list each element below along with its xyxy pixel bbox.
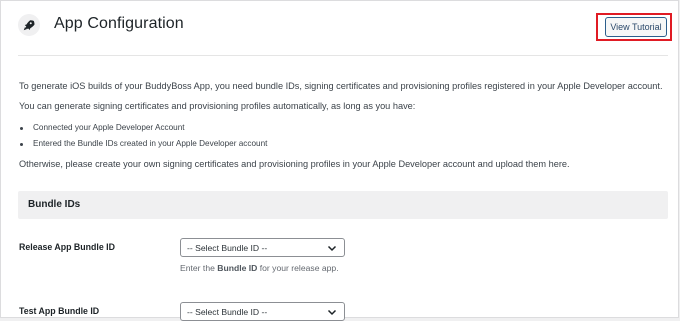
chevron-down-icon bbox=[327, 243, 337, 255]
app-configuration-panel: App Configuration View Tutorial To gener… bbox=[0, 0, 680, 321]
view-tutorial-button[interactable]: View Tutorial bbox=[605, 17, 667, 37]
test-bundle-id-select[interactable]: -- Select Bundle ID -- bbox=[180, 302, 345, 321]
chevron-down-icon bbox=[327, 307, 337, 319]
page-title: App Configuration bbox=[54, 15, 184, 32]
bullet-icon bbox=[20, 143, 23, 146]
release-bundle-id-label: Release App Bundle ID bbox=[19, 242, 115, 252]
test-bundle-id-label: Test App Bundle ID bbox=[19, 306, 100, 316]
release-bundle-id-select[interactable]: -- Select Bundle ID -- bbox=[180, 238, 345, 257]
intro-paragraph-1: To generate iOS builds of your BuddyBoss… bbox=[19, 81, 663, 91]
intro-paragraph-2: You can generate signing certificates an… bbox=[19, 101, 416, 111]
rocket-icon bbox=[18, 14, 40, 36]
section-title: Bundle IDs bbox=[28, 199, 81, 210]
release-bundle-id-help: Enter the Bundle ID for your release app… bbox=[180, 263, 339, 273]
panel-header: App Configuration View Tutorial bbox=[1, 1, 680, 55]
bundle-ids-section-header: Bundle IDs bbox=[18, 191, 668, 219]
bullet-icon bbox=[20, 127, 23, 130]
intro-paragraph-3: Otherwise, please create your own signin… bbox=[19, 159, 570, 169]
header-divider bbox=[18, 55, 668, 56]
